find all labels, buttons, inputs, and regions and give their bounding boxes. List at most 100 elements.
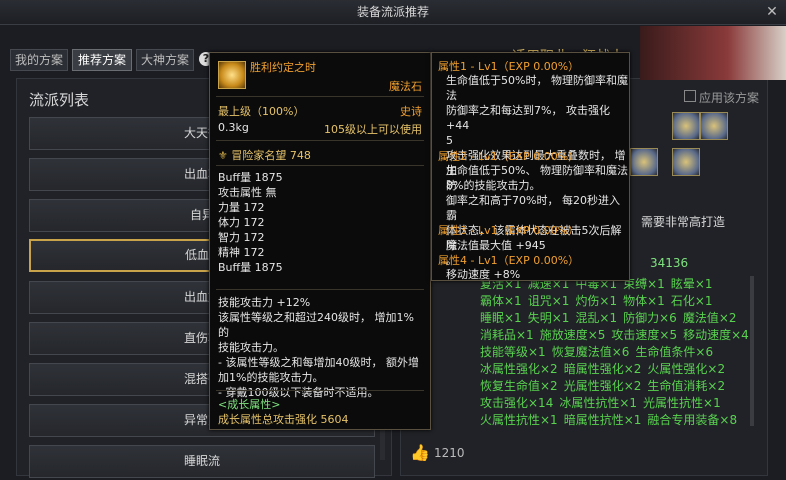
attr-tag: 光属性强化×2 bbox=[563, 379, 642, 393]
attr-tag: 消耗品×1 bbox=[480, 328, 534, 342]
like-count: 1210 bbox=[434, 446, 465, 460]
attr-tag: 霸体×1 bbox=[480, 294, 522, 308]
tab-expert-plans[interactable]: 大神方案 bbox=[136, 49, 194, 71]
tab-my-plans[interactable]: 我的方案 bbox=[10, 49, 68, 71]
growth-title: <成长属性> bbox=[218, 398, 281, 411]
equipment-icon[interactable] bbox=[700, 112, 728, 140]
attr-tag: 攻击强化×14 bbox=[480, 396, 554, 410]
attr-line: 御率之和高于70%时， 每20秒进入霸 bbox=[446, 194, 620, 222]
divider bbox=[216, 390, 424, 391]
attr-tag: 移动速度×4 bbox=[683, 328, 749, 342]
attr-header: 属性2 - Lv1（EXP 0.00%） bbox=[438, 150, 580, 163]
character-banner bbox=[640, 26, 786, 80]
desc-line: 技能攻击力。 bbox=[218, 341, 284, 354]
fame-icon: ⚜ bbox=[218, 149, 228, 162]
attribute-scrollbar[interactable] bbox=[750, 276, 754, 426]
attr-header: 属性3 - Lv1（EXP 0.00%） bbox=[438, 224, 580, 237]
attr-tag: 火属性强化×2 bbox=[647, 362, 726, 376]
score-value: 34136 bbox=[650, 256, 689, 270]
attr-row: 恢复生命值×2 光属性强化×2 生命值消耗×2 bbox=[480, 378, 750, 395]
attr-tag: 冰属性强化×2 bbox=[480, 362, 558, 376]
window-title: 装备流派推荐 bbox=[356, 5, 429, 19]
close-button[interactable]: ✕ bbox=[764, 4, 780, 20]
attr-tag: 融合专用装备×8 bbox=[647, 413, 738, 427]
attr-tag: 冰属性抗性×1 bbox=[559, 396, 638, 410]
attr-tag: 睡眠×1 bbox=[480, 311, 522, 325]
attr-header: 属性1 - Lv1（EXP 0.00%） bbox=[438, 60, 580, 73]
fame-value: 冒险家名望 748 bbox=[231, 149, 311, 162]
item-stats: Buff量 1875 攻击属性 無 力量 172 体力 172 智力 172 精… bbox=[218, 170, 424, 275]
attr-tag: 攻击速度×5 bbox=[611, 328, 678, 342]
desc-line: 该属性等级之和超过240级时， 增加1%的 bbox=[218, 311, 414, 339]
attr-tag: 失明×1 bbox=[527, 311, 570, 325]
divider bbox=[216, 289, 424, 290]
flow-item[interactable]: 睡眠流 bbox=[29, 445, 375, 478]
item-description: 技能攻击力 +12% 该属性等级之和超过240级时， 增加1%的 技能攻击力。 … bbox=[218, 295, 424, 400]
attr-tag: 技能等级×1 bbox=[480, 345, 546, 359]
attr-row: 睡眠×1 失明×1 混乱×1 防御力×6 魔法值×2 bbox=[480, 310, 750, 327]
attr-tag: 眩晕×1 bbox=[670, 277, 713, 291]
apply-checkbox[interactable] bbox=[684, 90, 696, 102]
attr-tag: 魔法值×2 bbox=[682, 311, 737, 325]
attr-row: 技能等级×1 恢复魔法值×6 生命值条件×6 bbox=[480, 344, 750, 361]
item-tooltip: 胜利约定之时 魔法石 最上级（100%） 史诗 0.3kg 105级以上可以使用… bbox=[209, 52, 431, 430]
equipment-icon[interactable] bbox=[672, 148, 700, 176]
apply-label: 应用该方案 bbox=[699, 91, 760, 105]
fame-row: ⚜ 冒险家名望 748 bbox=[218, 147, 311, 163]
attr-line: 魔法值最大值 +945 bbox=[446, 239, 546, 252]
thumbs-up-icon[interactable]: 👍 bbox=[410, 443, 430, 462]
attr-tag: 生命值消耗×2 bbox=[647, 379, 726, 393]
stat-line: Buff量 1875 bbox=[218, 261, 283, 274]
attr-tag: 火属性抗性×1 bbox=[480, 413, 558, 427]
tab-recommended[interactable]: 推荐方案 bbox=[72, 49, 132, 71]
attr-tag: 混乱×1 bbox=[575, 311, 618, 325]
stat-line: Buff量 1875 bbox=[218, 171, 283, 184]
item-type: 魔法石 bbox=[389, 80, 422, 93]
attr-tag: 恢复魔法值×6 bbox=[551, 345, 630, 359]
desc-line: - 该属性等级之和每增加40级时， 额外增 bbox=[218, 356, 419, 369]
attr-tag: 光属性抗性×1 bbox=[643, 396, 721, 410]
attr-row: 消耗品×1 施放速度×5 攻击速度×5 移动速度×4 bbox=[480, 327, 750, 344]
divider bbox=[216, 96, 424, 97]
title-bar: 装备流派推荐 ✕ bbox=[0, 0, 786, 25]
magic-stone-icon bbox=[218, 61, 246, 89]
divider bbox=[216, 140, 424, 141]
requirement-text: 需要非常高打造 bbox=[641, 215, 726, 229]
stat-line: 智力 172 bbox=[218, 231, 265, 244]
stat-line: 体力 172 bbox=[218, 216, 265, 229]
attr-tag: 灼伤×1 bbox=[575, 294, 618, 308]
growth-value: 成长属性总攻击强化 5604 bbox=[218, 413, 349, 426]
attr-line: 防御率之和每达到7%， 攻击强化 +44 bbox=[446, 104, 610, 132]
attr-tag: 暗属性抗性×1 bbox=[563, 413, 642, 427]
attr-tag: 生命值条件×6 bbox=[635, 345, 714, 359]
item-weight: 0.3kg bbox=[218, 121, 249, 134]
attr-line: 生命值低于50%、 物理防御率和魔法防 bbox=[446, 164, 628, 192]
attr-line: 生命值低于50%时， 物理防御率和魔法 bbox=[446, 74, 628, 102]
attr-line: 移动速度 +8% bbox=[446, 268, 521, 281]
attr-tag: 诅咒×1 bbox=[527, 294, 570, 308]
attr-tag: 物体×1 bbox=[623, 294, 665, 308]
attr-tag: 恢复生命值×2 bbox=[480, 379, 558, 393]
attribute-tooltip: 属性1 - Lv1（EXP 0.00%） 生命值低于50%时， 物理防御率和魔法… bbox=[431, 52, 630, 281]
flow-list-title: 流派列表 bbox=[29, 91, 90, 109]
attr-row: 冰属性强化×2 暗属性强化×2 火属性强化×2 bbox=[480, 361, 750, 378]
attr-row: 攻击强化×14 冰属性抗性×1 光属性抗性×1 bbox=[480, 395, 750, 412]
attr-tag: 防御力×6 bbox=[623, 311, 677, 325]
attr-tag: 暗属性强化×2 bbox=[563, 362, 642, 376]
item-rarity: 史诗 bbox=[400, 105, 422, 118]
level-requirement: 105级以上可以使用 bbox=[324, 123, 422, 136]
attr-row: 火属性抗性×1 暗属性抗性×1 融合专用装备×8 bbox=[480, 412, 750, 429]
attribute-summary: 复活×1 减速×1 中毒×1 束缚×1 眩晕×1 霸体×1 诅咒×1 灼伤×1 物体×1 石化×… bbox=[480, 276, 750, 429]
item-name: 胜利约定之时 bbox=[250, 61, 316, 74]
attr-line: 5 bbox=[446, 134, 453, 147]
attr-row: 霸体×1 诅咒×1 灼伤×1 物体×1 石化×1 bbox=[480, 293, 750, 310]
attr-tag: 石化×1 bbox=[670, 294, 713, 308]
item-grade: 最上级（100%） bbox=[218, 105, 305, 118]
divider bbox=[216, 165, 424, 166]
equipment-icon[interactable] bbox=[672, 112, 700, 140]
stat-line: 攻击属性 無 bbox=[218, 186, 277, 199]
equipment-icon[interactable] bbox=[630, 148, 658, 176]
stat-line: 精神 172 bbox=[218, 246, 265, 259]
stat-line: 力量 172 bbox=[218, 201, 265, 214]
attr-tag: 施放速度×5 bbox=[539, 328, 606, 342]
